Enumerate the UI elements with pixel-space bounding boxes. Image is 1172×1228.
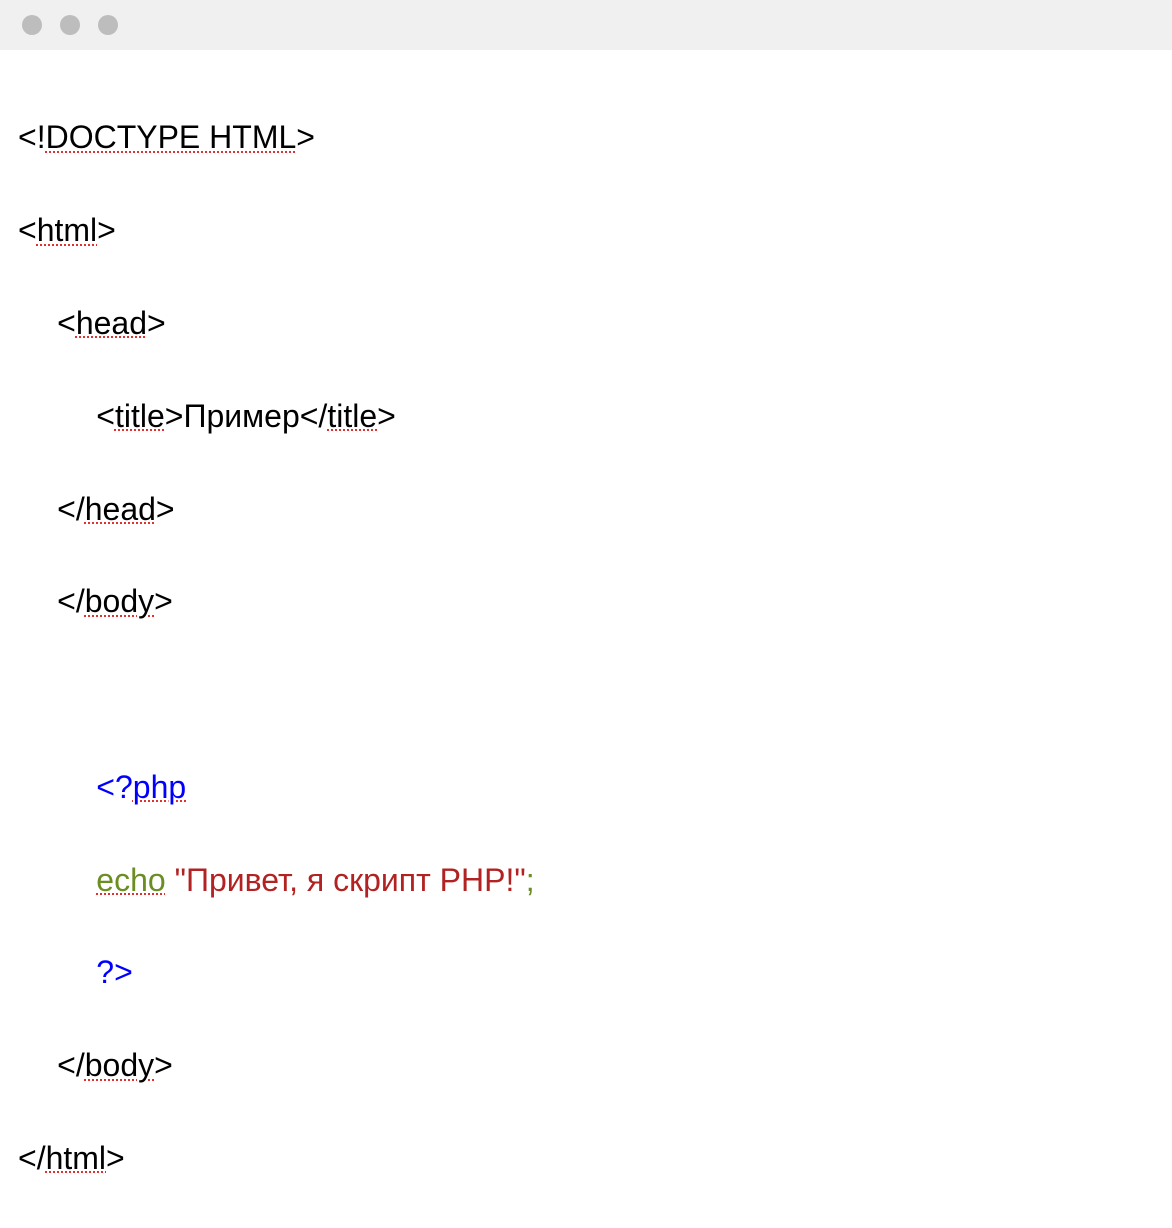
text: </ <box>300 398 328 434</box>
text: > <box>156 491 175 527</box>
code-line: ?> <box>18 949 1154 995</box>
text: <! <box>18 119 46 155</box>
code-line: </body> <box>18 578 1154 624</box>
code-line: </html> <box>18 1135 1154 1181</box>
text: </ <box>57 491 85 527</box>
text <box>166 862 175 898</box>
traffic-light-close[interactable] <box>22 15 42 35</box>
text: html <box>46 1140 106 1176</box>
code-line: <!DOCTYPE HTML> <box>18 114 1154 160</box>
text: < <box>57 305 76 341</box>
window-titlebar <box>0 0 1172 50</box>
code-line: <head> <box>18 300 1154 346</box>
code-line: </head> <box>18 486 1154 532</box>
text: head <box>85 491 156 527</box>
php-string: "Привет, я скрипт PHP!" <box>175 862 526 898</box>
code-line: echo "Привет, я скрипт PHP!"; <box>18 857 1154 903</box>
text: </ <box>57 583 85 619</box>
text: > <box>154 583 173 619</box>
php-open-tag: php <box>133 769 186 805</box>
code-line: <html> <box>18 207 1154 253</box>
text: > <box>147 305 166 341</box>
text: > <box>165 398 184 434</box>
text: html <box>37 212 97 248</box>
text: title <box>327 398 377 434</box>
code-line: </body> <box>18 1042 1154 1088</box>
text: > <box>154 1047 173 1083</box>
code-block: <!DOCTYPE HTML> <html> <head> <title>При… <box>0 50 1172 1228</box>
text: > <box>296 119 315 155</box>
text: head <box>76 305 147 341</box>
traffic-light-zoom[interactable] <box>98 15 118 35</box>
text: > <box>106 1140 125 1176</box>
text: body <box>85 583 154 619</box>
php-punct: ; <box>526 862 535 898</box>
code-line: <?php <box>18 764 1154 810</box>
text: body <box>85 1047 154 1083</box>
code-line: <title>Пример</title> <box>18 393 1154 439</box>
text: </ <box>57 1047 85 1083</box>
php-open-tag: <? <box>96 769 132 805</box>
text: < <box>96 398 115 434</box>
text: </ <box>18 1140 46 1176</box>
php-keyword: echo <box>96 862 165 898</box>
text: > <box>377 398 396 434</box>
blank-line <box>18 671 1154 717</box>
traffic-light-minimize[interactable] <box>60 15 80 35</box>
text: > <box>97 212 116 248</box>
text: Пример <box>183 398 299 434</box>
text: title <box>115 398 165 434</box>
text: DOCTYPE HTML <box>46 119 297 155</box>
php-close-tag: ?> <box>96 954 132 990</box>
text: < <box>18 212 37 248</box>
